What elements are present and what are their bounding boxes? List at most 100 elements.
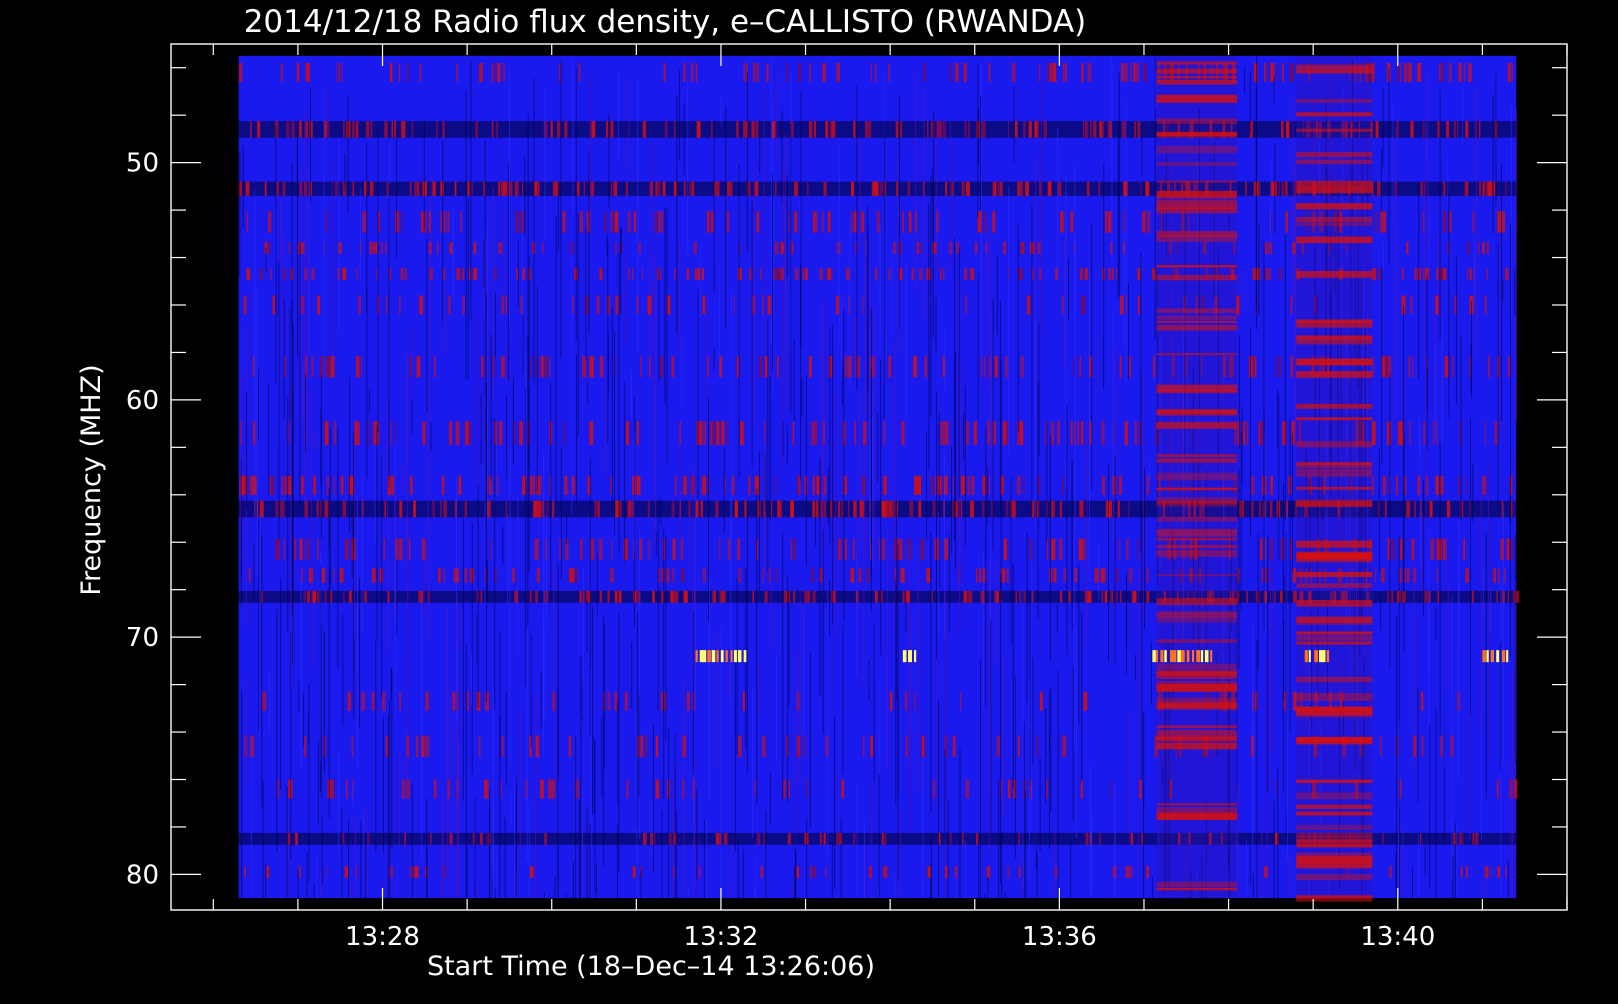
band-pixel (888, 268, 891, 281)
noise-streak (242, 145, 244, 228)
band-pixel (1280, 538, 1285, 561)
band-pixel (823, 832, 826, 845)
noise-streak (289, 308, 291, 421)
band-pixel (416, 355, 421, 378)
noise-streak (447, 607, 449, 869)
noise-streak (1264, 432, 1266, 635)
band-pixel (610, 181, 612, 196)
band-pixel (863, 735, 865, 757)
band-pixel (764, 590, 768, 603)
noise-streak (543, 455, 545, 754)
noise-streak (527, 335, 529, 626)
band-pixel (568, 568, 573, 583)
band-pixel (1052, 62, 1057, 82)
noise-streak (276, 608, 278, 852)
noise-streak (977, 273, 979, 420)
noise-streak (1000, 574, 1002, 883)
noise-streak (628, 74, 630, 176)
band-pixel (858, 355, 861, 378)
noise-streak (586, 807, 588, 899)
noise-streak (338, 138, 340, 332)
noise-streak (525, 350, 527, 483)
band-pixel (1490, 866, 1492, 878)
noise-streak (790, 124, 792, 414)
band-pixel (578, 62, 581, 82)
noise-streak (308, 683, 310, 746)
column-row (1296, 180, 1373, 188)
noise-streak (495, 293, 497, 359)
band-pixel (816, 475, 820, 495)
band-pixel (807, 590, 811, 603)
column-row (1156, 274, 1238, 281)
band-pixel (610, 568, 614, 583)
noise-streak (592, 606, 594, 815)
band-pixel (893, 242, 896, 254)
noise-streak (756, 488, 758, 805)
band-pixel (1098, 181, 1101, 196)
noise-streak (398, 752, 400, 848)
noise-streak (981, 63, 983, 359)
band-pixel (1102, 121, 1105, 138)
band-pixel (1088, 590, 1092, 603)
band-pixel (300, 475, 304, 495)
noise-streak (736, 578, 738, 755)
band-pixel (299, 121, 302, 138)
band-pixel (1466, 866, 1468, 878)
noise-streak (286, 786, 288, 899)
noise-streak (754, 891, 756, 899)
band-pixel (1458, 832, 1462, 845)
band-pixel (1482, 181, 1485, 196)
band-pixel (1403, 62, 1408, 82)
band-pixel (1478, 121, 1481, 138)
band-pixel (1110, 590, 1112, 603)
band-pixel (755, 121, 759, 138)
noise-streak (586, 599, 588, 653)
band-pixel (311, 268, 315, 281)
band-pixel (1382, 211, 1386, 233)
band-pixel (1068, 590, 1071, 603)
noise-streak (988, 562, 990, 854)
noise-streak (1510, 223, 1512, 524)
band-pixel (1484, 295, 1487, 315)
band-pixel (1070, 211, 1074, 233)
band-pixel (1253, 181, 1256, 196)
noise-streak (1075, 625, 1077, 838)
band-pixel (981, 500, 985, 518)
band-pixel (436, 242, 439, 254)
band-pixel (783, 590, 788, 603)
band-pixel (1003, 568, 1006, 583)
band-pixel (498, 242, 501, 254)
band-pixel (489, 500, 491, 518)
band-pixel (615, 500, 619, 518)
noise-streak (767, 320, 769, 571)
band-pixel (449, 421, 453, 445)
band-pixel (1460, 866, 1463, 878)
column-row (1296, 839, 1373, 844)
noise-streak (1036, 854, 1038, 899)
column-row (1296, 706, 1373, 712)
band-pixel (872, 355, 876, 378)
band-pixel (430, 832, 432, 845)
band-pixel (711, 211, 714, 233)
noise-streak (471, 653, 473, 706)
band-pixel (683, 590, 688, 603)
y-axis-label: Frequency (MHZ) (76, 364, 107, 595)
noise-streak (1148, 459, 1150, 487)
band-pixel (505, 500, 508, 518)
band-pixel (1396, 121, 1399, 138)
band-pixel (504, 181, 507, 196)
band-pixel (456, 268, 460, 281)
column-row (1156, 611, 1238, 619)
column-row (1296, 403, 1373, 409)
noise-streak (396, 132, 398, 259)
band-pixel (563, 421, 566, 445)
noise-streak (355, 816, 357, 899)
noise-streak (713, 348, 715, 370)
noise-streak (1089, 763, 1091, 895)
band-pixel (1285, 211, 1288, 233)
band-pixel (1436, 421, 1438, 445)
noise-streak (1046, 421, 1048, 543)
band-pixel (813, 211, 815, 233)
band-pixel (1019, 590, 1022, 603)
band-pixel (401, 121, 405, 138)
